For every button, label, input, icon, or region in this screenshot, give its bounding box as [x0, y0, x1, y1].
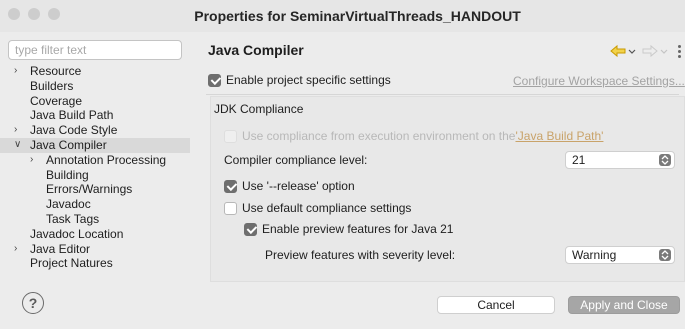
use-release-option-label: Use '--release' option — [242, 179, 355, 193]
compliance-level-label: Compiler compliance level: — [224, 153, 368, 167]
sidebar-item-java-build-path[interactable]: Java Build Path — [0, 108, 190, 123]
select-arrows-icon — [659, 249, 671, 261]
cancel-button[interactable]: Cancel — [437, 296, 555, 314]
window-title: Properties for SeminarVirtualThreads_HAN… — [194, 8, 521, 24]
dialog-button-bar: ? Cancel Apply and Close — [0, 282, 685, 329]
sidebar-item-label: Errors/Warnings — [46, 182, 133, 197]
use-release-option-checkbox[interactable]: Use '--release' option — [224, 179, 355, 193]
divider — [206, 94, 679, 95]
sidebar-item-java-compiler[interactable]: ∨ Java Compiler — [0, 137, 190, 153]
sidebar-item-javadoc-location[interactable]: Javadoc Location — [0, 227, 190, 242]
page-navigation — [610, 42, 681, 60]
use-env-compliance-checkbox[interactable]: Use compliance from execution environmen… — [224, 129, 603, 143]
sidebar-item-building[interactable]: Building — [0, 168, 190, 183]
java-build-path-link[interactable]: 'Java Build Path' — [515, 129, 603, 143]
sidebar-item-label: Java Code Style — [30, 123, 118, 138]
sidebar-item-label: Annotation Processing — [46, 152, 167, 167]
sidebar-item-javadoc[interactable]: Javadoc — [0, 197, 190, 212]
use-env-compliance-label: Use compliance from execution environmen… — [242, 129, 516, 143]
preview-severity-label: Preview features with severity level: — [265, 248, 456, 262]
sidebar-item-label: Task Tags — [46, 211, 100, 226]
select-arrows-icon — [659, 154, 671, 166]
compliance-level-select[interactable]: 21 — [565, 151, 675, 169]
chevron-right-icon[interactable]: › — [14, 64, 17, 79]
view-menu-icon[interactable] — [678, 44, 681, 58]
checkmark-icon — [244, 222, 257, 236]
enable-project-settings-checkbox[interactable]: Enable project specific settings — [208, 73, 391, 87]
sidebar-item-errors-warnings[interactable]: Errors/Warnings — [0, 182, 190, 197]
checkmark-icon — [208, 73, 221, 87]
filter-input[interactable] — [8, 40, 182, 60]
sidebar-item-java-code-style[interactable]: › Java Code Style — [0, 123, 190, 138]
apply-and-close-button[interactable]: Apply and Close — [568, 296, 680, 314]
sidebar-item-builders[interactable]: Builders — [0, 79, 190, 94]
properties-page: Java Compiler Enable project specific se… — [198, 32, 685, 282]
chevron-right-icon[interactable]: › — [14, 242, 17, 257]
back-button[interactable] — [610, 43, 638, 59]
enable-project-settings-label: Enable project specific settings — [226, 73, 391, 87]
help-icon[interactable]: ? — [22, 292, 44, 314]
chevron-right-icon[interactable]: › — [14, 123, 17, 138]
chevron-down-icon[interactable]: ∨ — [14, 138, 21, 153]
sidebar-item-task-tags[interactable]: Task Tags — [0, 212, 190, 227]
use-default-compliance-label: Use default compliance settings — [242, 201, 412, 215]
sidebar-item-label: Coverage — [30, 93, 83, 108]
enable-preview-checkbox[interactable]: Enable preview features for Java 21 — [244, 222, 453, 236]
checkbox-box — [224, 129, 237, 143]
enable-preview-label: Enable preview features for Java 21 — [262, 222, 454, 236]
checkbox-box — [224, 201, 237, 215]
compliance-level-value: 21 — [572, 153, 586, 167]
forward-arrow-icon — [642, 44, 668, 58]
sidebar-item-label: Javadoc — [46, 197, 91, 212]
sidebar-item-annotation-processing[interactable]: › Annotation Processing — [0, 153, 190, 168]
forward-button[interactable] — [642, 43, 670, 59]
preview-severity-value: Warning — [572, 248, 617, 262]
sidebar-item-label: Resource — [30, 64, 82, 78]
jdk-compliance-title: JDK Compliance — [214, 102, 304, 116]
sidebar-item-java-editor[interactable]: › Java Editor — [0, 242, 190, 257]
sidebar-item-label: Javadoc Location — [30, 226, 124, 241]
checkmark-icon — [224, 179, 237, 193]
title-bar: Properties for SeminarVirtualThreads_HAN… — [0, 0, 685, 32]
sidebar-item-label: Java Compiler — [30, 137, 107, 152]
sidebar-item-label: Building — [46, 167, 89, 182]
sidebar-item-resource[interactable]: › Resource — [0, 64, 190, 79]
chevron-right-icon[interactable]: › — [30, 153, 33, 168]
sidebar-item-project-natures[interactable]: Project Natures — [0, 256, 190, 271]
sidebar-item-label: Java Build Path — [30, 108, 114, 123]
page-title: Java Compiler — [208, 42, 304, 58]
sidebar-item-label: Project Natures — [30, 256, 113, 271]
sidebar: › ResourceBuildersCoverageJava Build Path… — [0, 32, 190, 282]
sidebar-item-coverage[interactable]: Coverage — [0, 94, 190, 109]
back-arrow-icon — [610, 44, 636, 58]
sidebar-item-label: Java Editor — [30, 241, 91, 256]
configure-workspace-link[interactable]: Configure Workspace Settings... — [513, 74, 685, 88]
use-default-compliance-checkbox[interactable]: Use default compliance settings — [224, 201, 411, 215]
preview-severity-select[interactable]: Warning — [565, 246, 675, 264]
sidebar-item-label: Builders — [30, 78, 74, 93]
preference-tree: › Resource Builders Coverage Java Build Path… — [0, 64, 190, 271]
